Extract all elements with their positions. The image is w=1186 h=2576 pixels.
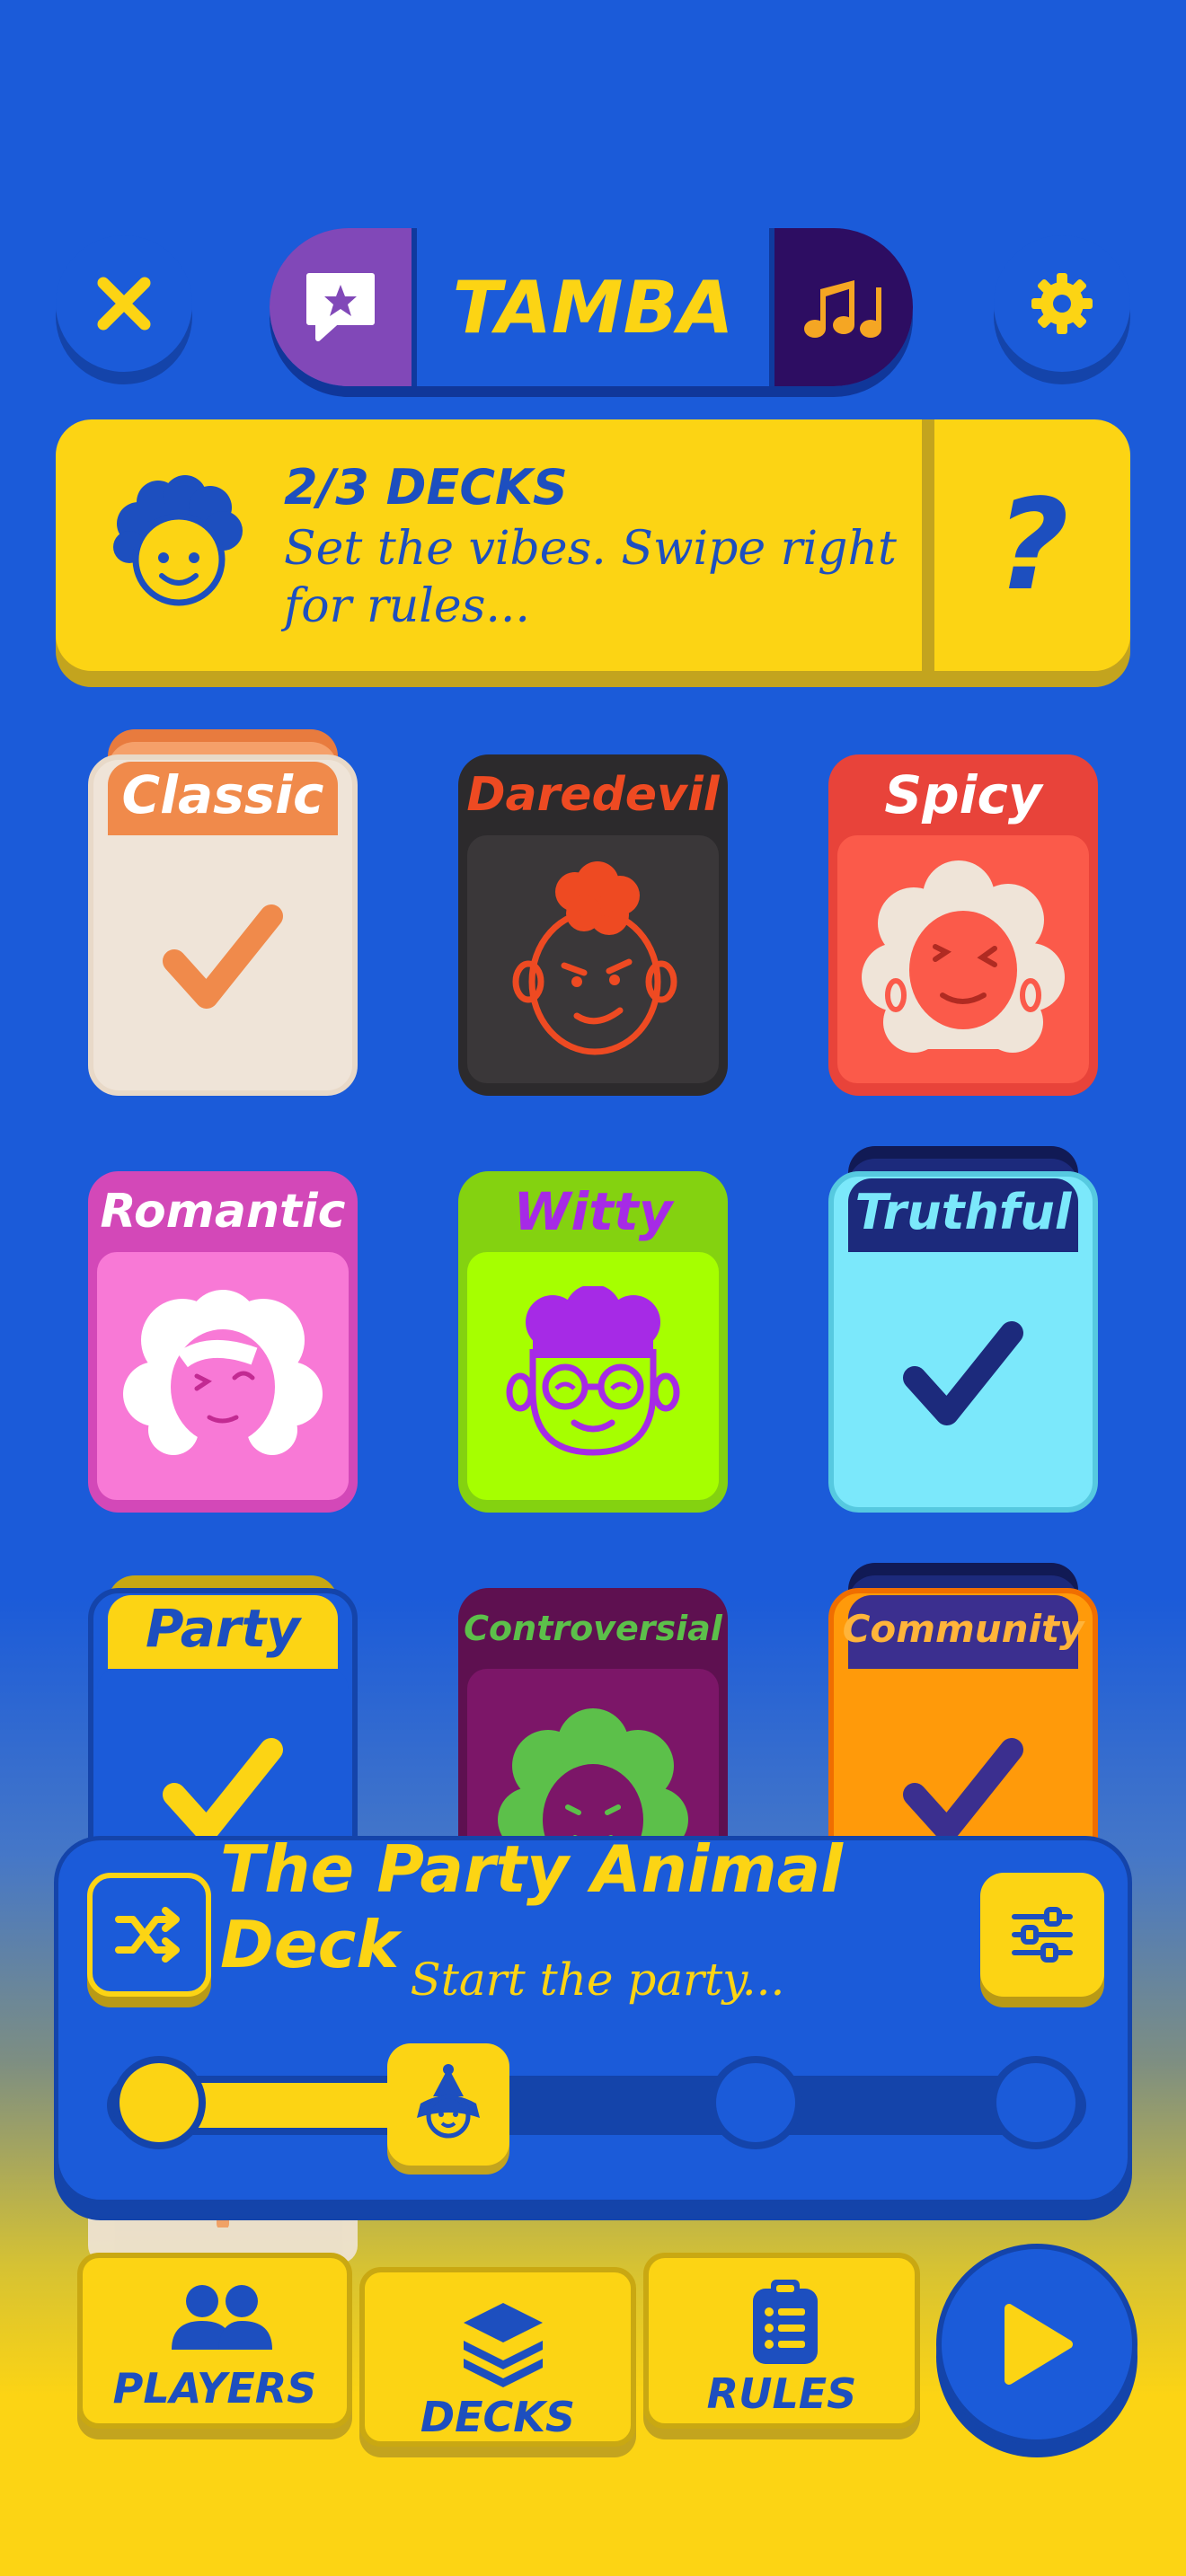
tab-decks[interactable]: DECKS [359, 2267, 636, 2447]
banner-subtitle: Set the vibes. Swipe right for rules... [284, 522, 897, 633]
tab-players[interactable]: PLAYERS [77, 2253, 352, 2429]
deck-name: Classic [121, 764, 324, 825]
filter-button[interactable] [980, 1873, 1104, 1997]
deck-face [467, 1252, 719, 1500]
deck-card-witty[interactable]: Witty [458, 1171, 728, 1513]
checkmark-icon [903, 1321, 1023, 1425]
deck-face [97, 835, 349, 1083]
app-title-text: TAMBA [452, 265, 734, 349]
sliders-icon [1012, 1907, 1073, 1963]
deck-info-banner: 2/3 DECKS Set the vibes. Swipe right for… [56, 419, 1130, 671]
deck-card-daredevil[interactable]: Daredevil [458, 754, 728, 1096]
app-screen: { "header": { "title": "TAMBA", "close_i… [0, 0, 1186, 2576]
deck-name: Truthful [854, 1183, 1072, 1240]
mohawk-face-icon [512, 861, 677, 1055]
party-hat-face-icon [417, 2064, 481, 2139]
chat-star-icon [306, 273, 375, 341]
help-icon: ? [996, 472, 1069, 619]
layers-icon [464, 2303, 543, 2387]
deck-card-spicy[interactable]: Spicy [828, 754, 1098, 1096]
checkmark-icon [163, 904, 283, 1009]
glasses-face-icon [506, 1286, 680, 1456]
close-icon [97, 277, 151, 331]
close-button[interactable] [56, 235, 192, 372]
gear-icon [1031, 273, 1093, 334]
deck-card-truthful[interactable]: Truthful [828, 1146, 1098, 1513]
slider-thumb[interactable] [387, 2043, 510, 2166]
deck-subtitle: Start the party... [220, 1948, 975, 2011]
settings-button[interactable] [994, 235, 1130, 372]
deck-card-romantic[interactable]: Romantic [88, 1171, 358, 1513]
clipboard-list-icon [753, 2280, 818, 2364]
tab-decks-label: DECKS [420, 2393, 576, 2441]
curly-hair-avatar-icon [113, 475, 243, 606]
players-icon [172, 2285, 272, 2350]
shuffle-button[interactable] [87, 1873, 211, 1997]
deck-face [97, 1252, 349, 1500]
app-title: TAMBA [412, 228, 774, 386]
deck-name: Controversial [464, 1609, 722, 1648]
deck-title: The Party Animal Deck [220, 1831, 975, 1982]
tab-rules-label: RULES [706, 2369, 857, 2418]
deck-name: Party [145, 1598, 301, 1659]
deck-name: Community [842, 1606, 1084, 1651]
banner-divider [922, 419, 934, 671]
selected-deck-panel: The Party Animal Deck Start the party... [54, 1831, 1132, 2204]
help-button[interactable]: ? [934, 419, 1130, 671]
winking-face-icon [862, 860, 1065, 1053]
intensity-slider[interactable] [107, 2043, 1086, 2166]
chat-button[interactable] [270, 228, 412, 386]
play-icon [1005, 2304, 1073, 2385]
tab-rules[interactable]: RULES [643, 2253, 920, 2429]
deck-face [467, 835, 719, 1083]
deck-face [837, 1252, 1089, 1500]
title-pill: TAMBA [270, 228, 913, 386]
play-button[interactable] [936, 2244, 1137, 2445]
music-notes-icon [804, 280, 881, 338]
slider-stop[interactable] [709, 2056, 802, 2149]
slider-stop[interactable] [112, 2056, 206, 2149]
deck-count: 2/3 DECKS [284, 459, 568, 516]
deck-card-classic[interactable]: Classic [88, 729, 358, 1096]
deck-name: Romantic [100, 1185, 346, 1239]
tab-players-label: PLAYERS [112, 2364, 317, 2413]
deck-face [837, 835, 1089, 1083]
slider-stop[interactable] [989, 2056, 1083, 2149]
deck-subtitle-text: Start the party... [410, 1954, 785, 2006]
deck-name: Daredevil [466, 768, 720, 822]
deck-name: Spicy [884, 764, 1042, 825]
shuffle-icon [115, 1907, 180, 1963]
music-button[interactable] [774, 228, 913, 386]
deck-name: Witty [513, 1181, 673, 1242]
blushing-face-icon [123, 1290, 323, 1455]
